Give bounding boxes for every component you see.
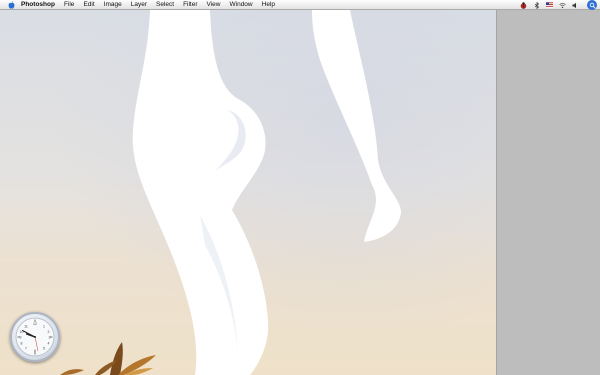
svg-text:6: 6	[34, 349, 36, 353]
svg-text:12: 12	[33, 322, 37, 326]
plant-graphic	[60, 342, 156, 375]
menu-edit[interactable]: Edit	[83, 0, 94, 10]
us-flag-icon[interactable]	[546, 2, 553, 9]
menu-filter[interactable]: Filter	[183, 0, 197, 10]
svg-text:9: 9	[20, 336, 22, 340]
menu-window[interactable]: Window	[230, 0, 253, 10]
menu-view[interactable]: View	[207, 0, 221, 10]
document-canvas[interactable]	[0, 10, 496, 375]
svg-text:11: 11	[24, 325, 28, 329]
svg-text:8: 8	[21, 342, 23, 346]
right-gray-panel	[496, 10, 600, 375]
menu-help[interactable]: Help	[262, 0, 275, 10]
apple-menu-icon[interactable]	[8, 0, 15, 9]
svg-text:5: 5	[43, 347, 45, 351]
menu-app-photoshop[interactable]: Photoshop	[21, 0, 55, 10]
menu-bar: Photoshop File Edit Image Layer Select F…	[0, 0, 600, 10]
svg-text:3: 3	[49, 336, 51, 340]
wifi-icon[interactable]	[559, 2, 566, 9]
svg-text:4: 4	[48, 342, 50, 346]
volume-icon[interactable]	[572, 2, 579, 9]
menu-image[interactable]: Image	[104, 0, 122, 10]
bluetooth-icon[interactable]	[533, 1, 540, 9]
figure-silhouette-image	[60, 10, 402, 375]
status-area	[514, 0, 600, 10]
svg-text:2: 2	[48, 330, 50, 334]
menu-select[interactable]: Select	[156, 0, 174, 10]
clock-widget[interactable]: 12 1 2 3 4 5 6 7 8 9 10 11	[10, 312, 60, 362]
svg-text:1: 1	[43, 325, 45, 329]
menu-layer[interactable]: Layer	[131, 0, 147, 10]
svg-text:7: 7	[25, 347, 27, 351]
clock-face-icon: 12 1 2 3 4 5 6 7 8 9 10 11	[15, 317, 55, 357]
menu-file[interactable]: File	[64, 0, 74, 10]
spotlight-search-icon[interactable]	[587, 0, 597, 10]
ladybug-icon[interactable]	[520, 1, 527, 9]
